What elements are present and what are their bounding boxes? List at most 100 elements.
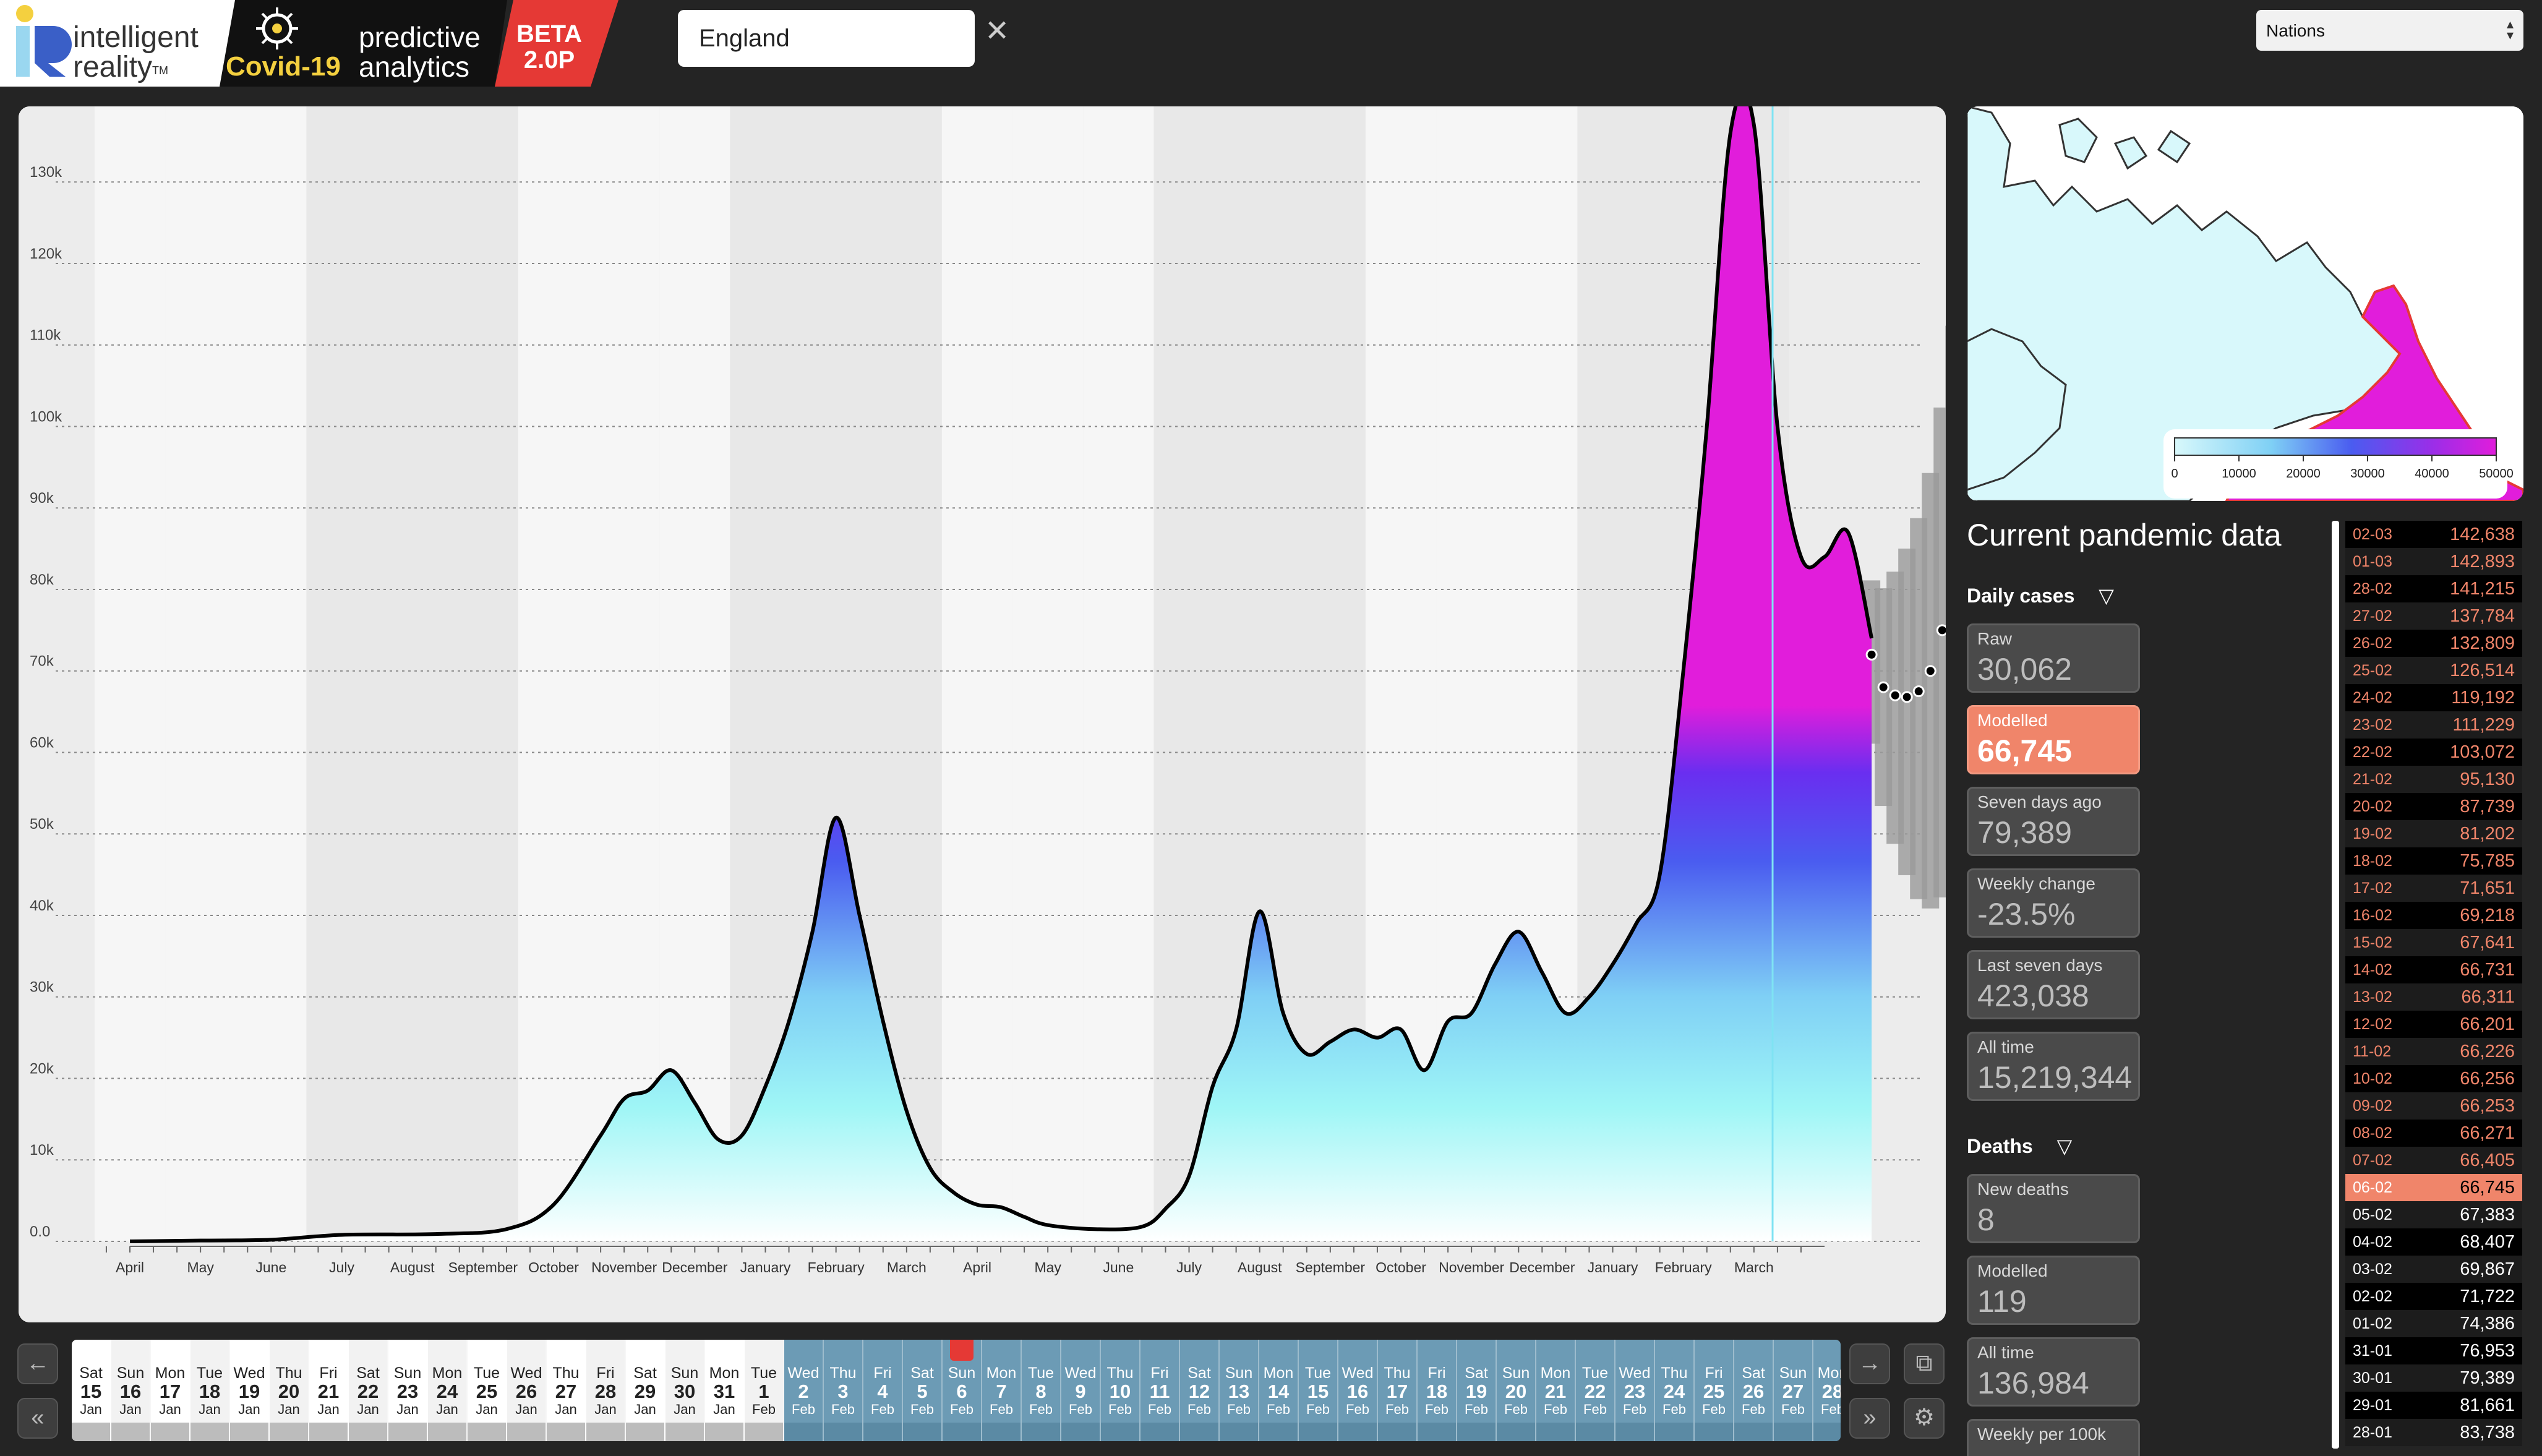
stat-card[interactable]: Weekly change -23.5% [1967, 868, 2140, 938]
region-map[interactable]: 0 10000 20000 30000 40000 50000 [1967, 106, 2523, 501]
stat-card[interactable]: Raw 30,062 [1967, 623, 2140, 693]
history-row[interactable]: 23-02 111,229 [2345, 711, 2522, 739]
timeline-day[interactable]: Mon 31 Jan [705, 1340, 745, 1441]
timeline-day[interactable]: Tue 18 Jan [190, 1340, 230, 1441]
timeline-day[interactable]: Sun 6 Feb [943, 1340, 982, 1441]
arrow-right-icon[interactable]: → [1849, 1343, 1890, 1384]
history-row[interactable]: 08-02 66,271 [2345, 1120, 2522, 1147]
history-row[interactable]: 28-02 141,215 [2345, 575, 2522, 602]
timeline-day[interactable]: Tue 1 Feb [745, 1340, 784, 1441]
history-row[interactable]: 13-02 66,311 [2345, 983, 2522, 1011]
map-panel[interactable]: 0 10000 20000 30000 40000 50000 [1967, 106, 2523, 501]
history-row[interactable]: 12-02 66,201 [2345, 1011, 2522, 1038]
daily-cases-header[interactable]: Daily cases ▽ [1967, 584, 2114, 607]
region-select[interactable]: Nations ▴ ▾ [2256, 10, 2523, 51]
timeline-day[interactable]: Sun 30 Jan [665, 1340, 705, 1441]
stat-card[interactable]: Seven days ago 79,389 [1967, 787, 2140, 856]
stat-card[interactable]: Weekly per 100k [1967, 1419, 2140, 1456]
history-row[interactable]: 16-02 69,218 [2345, 902, 2522, 929]
timeline-day[interactable]: Wed 19 Jan [230, 1340, 270, 1441]
timeline-day[interactable]: Sun 23 Jan [388, 1340, 428, 1441]
timeline-day[interactable]: Wed 26 Jan [507, 1340, 547, 1441]
triangle-down-icon[interactable]: ▽ [2099, 585, 2114, 607]
timeline-day[interactable]: Fri 28 Jan [586, 1340, 626, 1441]
history-row[interactable]: 22-02 103,072 [2345, 739, 2522, 766]
timeline-day[interactable]: Fri 4 Feb [863, 1340, 903, 1441]
history-row[interactable]: 15-02 67,641 [2345, 929, 2522, 956]
history-row[interactable]: 02-03 142,638 [2345, 521, 2522, 548]
history-row[interactable]: 06-02 66,745 [2345, 1174, 2522, 1201]
triangle-down-icon[interactable]: ▽ [2057, 1135, 2073, 1157]
timeline-day[interactable]: Mon 17 Jan [151, 1340, 190, 1441]
timeline-day[interactable]: Wed 2 Feb [784, 1340, 824, 1441]
history-row[interactable]: 20-02 87,739 [2345, 793, 2522, 820]
double-arrow-left-icon[interactable]: « [17, 1398, 58, 1439]
history-row[interactable]: 11-02 66,226 [2345, 1038, 2522, 1065]
timeline-day[interactable]: Mon 7 Feb [982, 1340, 1022, 1441]
history-row[interactable]: 27-02 137,784 [2345, 602, 2522, 630]
timeline-day[interactable]: Thu 3 Feb [824, 1340, 863, 1441]
history-row[interactable]: 30-01 79,389 [2345, 1364, 2522, 1392]
deaths-header[interactable]: Deaths ▽ [1967, 1134, 2072, 1158]
timeline-day[interactable]: Sat 26 Feb [1734, 1340, 1774, 1441]
timeline-day[interactable]: Mon 14 Feb [1259, 1340, 1299, 1441]
close-icon[interactable]: ✕ [985, 16, 1009, 47]
timeline-day[interactable]: Sat 15 Jan [72, 1340, 111, 1441]
timeline-day[interactable]: Sun 20 Feb [1497, 1340, 1536, 1441]
timeline-day[interactable]: Tue 15 Feb [1299, 1340, 1338, 1441]
timeline-day[interactable]: Sun 13 Feb [1220, 1340, 1259, 1441]
history-row[interactable]: 10-02 66,256 [2345, 1065, 2522, 1092]
history-row[interactable]: 02-02 71,722 [2345, 1283, 2522, 1310]
timeline-day[interactable]: Wed 9 Feb [1061, 1340, 1101, 1441]
timeline-day[interactable]: Fri 21 Jan [309, 1340, 349, 1441]
timeline-day[interactable]: Sun 16 Jan [111, 1340, 151, 1441]
arrow-left-icon[interactable]: ← [17, 1343, 58, 1384]
history-row[interactable]: 26-02 132,809 [2345, 630, 2522, 657]
timeline-day[interactable]: Sat 19 Feb [1457, 1340, 1497, 1441]
history-row[interactable]: 04-02 68,407 [2345, 1228, 2522, 1256]
timeline-day[interactable]: Sun 27 Feb [1774, 1340, 1813, 1441]
history-row[interactable]: 28-01 83,738 [2345, 1419, 2522, 1446]
timeline-day[interactable]: Thu 17 Feb [1378, 1340, 1418, 1441]
timeline-day[interactable]: Sat 12 Feb [1180, 1340, 1220, 1441]
double-arrow-right-icon[interactable]: » [1849, 1398, 1890, 1439]
popout-icon[interactable]: ⧉ [1904, 1343, 1945, 1384]
timeline-day[interactable]: Thu 24 Feb [1655, 1340, 1695, 1441]
timeline-day[interactable]: Tue 8 Feb [1022, 1340, 1061, 1441]
history-scrollbar[interactable] [2332, 521, 2339, 1449]
timeline-day[interactable]: Mon28Feb [1813, 1340, 1841, 1441]
history-row[interactable]: 09-02 66,253 [2345, 1092, 2522, 1120]
history-row[interactable]: 25-02 126,514 [2345, 657, 2522, 684]
timeline-day[interactable]: Sat 29 Jan [626, 1340, 665, 1441]
timeline-day[interactable]: Sat 22 Jan [349, 1340, 388, 1441]
timeline-day[interactable]: Thu 20 Jan [270, 1340, 309, 1441]
history-row[interactable]: 07-02 66,405 [2345, 1147, 2522, 1174]
history-row[interactable]: 29-01 81,661 [2345, 1392, 2522, 1419]
history-row[interactable]: 18-02 75,785 [2345, 847, 2522, 875]
timeline-day[interactable]: Tue 25 Jan [468, 1340, 507, 1441]
history-row[interactable]: 31-01 76,953 [2345, 1337, 2522, 1364]
timeline-day[interactable]: Fri 18 Feb [1418, 1340, 1457, 1441]
timeline-day[interactable]: Tue 22 Feb [1576, 1340, 1615, 1441]
history-row[interactable]: 24-02 119,192 [2345, 684, 2522, 711]
stat-card[interactable]: All time 15,219,344 [1967, 1032, 2140, 1101]
cases-chart-panel[interactable]: 0.0 10k 20k 30k 40k 50k 60k 70k 80k 90k 100k 110k 12… [19, 106, 1946, 1322]
timeline-day[interactable]: Thu 10 Feb [1101, 1340, 1140, 1441]
gear-icon[interactable]: ⚙ [1904, 1398, 1945, 1439]
history-row[interactable]: 01-02 74,386 [2345, 1310, 2522, 1337]
timeline-day[interactable]: Fri 25 Feb [1695, 1340, 1734, 1441]
stat-card[interactable]: Modelled 119 [1967, 1256, 2140, 1325]
stat-card[interactable]: New deaths 8 [1967, 1174, 2140, 1243]
history-row[interactable]: 14-02 66,731 [2345, 956, 2522, 983]
timeline-day[interactable]: Sat 5 Feb [903, 1340, 943, 1441]
cases-chart[interactable]: 0.0 10k 20k 30k 40k 50k 60k 70k 80k 90k 100k 110k 12… [19, 106, 1946, 1322]
timeline-day[interactable]: Mon 21 Feb [1536, 1340, 1576, 1441]
history-row[interactable]: 03-02 69,867 [2345, 1256, 2522, 1283]
history-row[interactable]: 19-02 81,202 [2345, 820, 2522, 847]
timeline-day[interactable]: Wed 23 Feb [1615, 1340, 1655, 1441]
stat-card[interactable]: Modelled 66,745 [1967, 705, 2140, 774]
history-row[interactable]: 01-03 142,893 [2345, 548, 2522, 575]
stat-card[interactable]: All time 136,984 [1967, 1337, 2140, 1407]
history-row[interactable]: 17-02 71,651 [2345, 875, 2522, 902]
history-list[interactable]: 02-03 142,638 01-03 142,893 28-02 141,215 27-0… [2332, 521, 2522, 1456]
